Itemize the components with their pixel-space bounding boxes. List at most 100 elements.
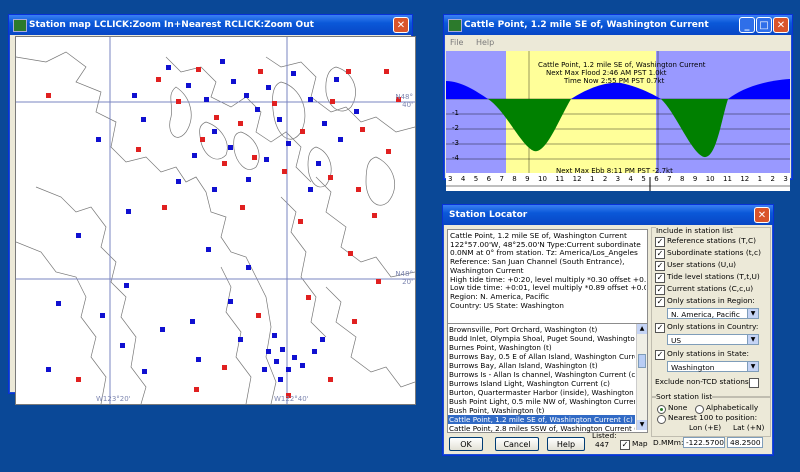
- ok-button[interactable]: OK: [449, 437, 483, 451]
- tide-window-title: Cattle Point, 1.2 mile SE of, Washington…: [464, 20, 709, 30]
- minimize-icon[interactable]: _: [739, 17, 755, 33]
- hour-tick: 10: [705, 175, 715, 183]
- list-item[interactable]: Burnes Point, Washington (t): [448, 343, 635, 352]
- close-icon[interactable]: ✕: [754, 207, 770, 223]
- sort-alpha-radio[interactable]: [695, 405, 704, 414]
- station-map-canvas[interactable]: N48° 40' N48° 20' W123°20' W122°40': [15, 36, 416, 405]
- tide-window-titlebar[interactable]: Cattle Point, 1.2 mile SE of, Washington…: [444, 15, 792, 35]
- list-item[interactable]: Burrows Bay, 0.5 E of Allan Island, Wash…: [448, 352, 635, 361]
- tide-graph[interactable]: Cattle Point, 1.2 mile SE of, Washington…: [446, 51, 790, 191]
- info-line: 0.0NM at 0° from station. Tz: America/Lo…: [450, 249, 638, 258]
- hour-tick: 5: [641, 175, 646, 183]
- close-icon[interactable]: ✕: [393, 17, 409, 33]
- sort-none-radio[interactable]: [657, 405, 666, 414]
- subordinate-stations-checkbox[interactable]: ✓: [655, 249, 665, 259]
- info-line: High tide time: +0:20, level multiply *0…: [450, 275, 646, 284]
- only-state-checkbox[interactable]: ✓: [655, 350, 665, 360]
- hour-tick: 6: [654, 175, 659, 183]
- cancel-button[interactable]: Cancel: [495, 437, 539, 451]
- map-checkbox[interactable]: ✓: [620, 440, 630, 450]
- list-item[interactable]: Burrows Island Light, Washington Current…: [448, 379, 635, 388]
- sort-nearest-radio[interactable]: [657, 415, 666, 424]
- hour-tick: 11: [723, 175, 732, 183]
- station-locator-window: Station Locator ✕ Cattle Point, 1.2 mile…: [442, 204, 774, 456]
- map-window-title: Station map LCLICK:Zoom In+Nearest RCLIC…: [29, 20, 314, 30]
- listed-count: 447: [595, 441, 610, 449]
- menu-help[interactable]: Help: [476, 38, 494, 47]
- hour-tick: 10: [538, 175, 547, 183]
- list-item[interactable]: Burton, Quartermaster Harbor (inside), W…: [448, 388, 635, 397]
- chevron-down-icon[interactable]: ▼: [747, 335, 758, 344]
- hour-tick: 12: [572, 175, 582, 183]
- hour-tick: 12: [740, 175, 750, 183]
- app-icon: [13, 19, 27, 32]
- close-icon[interactable]: ✕: [773, 17, 789, 33]
- list-scrollbar[interactable]: ▲ ▼: [636, 324, 647, 430]
- station-name-line: Cattle Point, 1.2 mile SE of, Washington…: [538, 61, 706, 69]
- lat-input[interactable]: 48.2500: [727, 437, 763, 448]
- lat-header: Lat (+N): [733, 424, 765, 432]
- only-region-label: Only stations in Region:: [667, 297, 755, 305]
- help-button[interactable]: Help: [547, 437, 585, 451]
- only-region-checkbox[interactable]: ✓: [655, 297, 665, 307]
- hour-tick: 4: [628, 175, 633, 183]
- list-item-selected[interactable]: Cattle Point, 1.2 mile SE of, Washington…: [448, 415, 635, 424]
- state-select[interactable]: Washington ▼: [667, 361, 759, 372]
- hour-tick: 8: [679, 175, 685, 183]
- info-line: Reference: San Juan Channel (South Entra…: [450, 258, 625, 267]
- only-country-checkbox[interactable]: ✓: [655, 323, 665, 333]
- info-line: Region: N. America, Pacific: [450, 292, 550, 301]
- current-stations-checkbox[interactable]: ✓: [655, 285, 665, 295]
- maximize-icon[interactable]: □: [756, 17, 772, 33]
- chevron-down-icon[interactable]: ▼: [747, 309, 758, 318]
- subordinate-stations-label: Subordinate stations (t,c): [667, 249, 761, 257]
- lon-input[interactable]: -122.5700: [683, 437, 725, 448]
- exclude-non-tcd-label: Exclude non-TCD stations: [655, 378, 749, 386]
- station-info-panel: Cattle Point, 1.2 mile SE of, Washington…: [447, 229, 648, 325]
- info-line: Cattle Point, 1.2 mile SE of, Washington…: [450, 232, 627, 240]
- hour-tick: 3: [448, 175, 453, 183]
- reference-stations-label: Reference stations (T,C): [667, 237, 756, 245]
- list-item[interactable]: Bush Point, Washington (t): [448, 406, 635, 415]
- sort-alpha-label: Alphabetically: [706, 404, 759, 412]
- state-select-value: Washington: [671, 363, 715, 372]
- time-now: Time Now 2:55 PM PST 0.7kt: [564, 77, 665, 85]
- list-item[interactable]: Budd Inlet, Olympia Shoal, Puget Sound, …: [448, 334, 635, 343]
- station-list[interactable]: Brownsville, Port Orchard, Washington (t…: [447, 323, 648, 433]
- map-window-titlebar[interactable]: Station map LCLICK:Zoom In+Nearest RCLIC…: [9, 15, 412, 35]
- region-select-value: N. America, Pacific: [671, 310, 740, 319]
- hour-tick: 1: [589, 175, 595, 183]
- hour-tick: 5: [473, 175, 479, 183]
- list-item[interactable]: Burrows Bay, Allan Island, Washington (t…: [448, 361, 635, 370]
- user-stations-label: User stations (U,u): [667, 261, 737, 269]
- info-line: 122°57.00'W, 48°25.00'N Type:Current sub…: [450, 240, 641, 249]
- exclude-non-tcd-checkbox[interactable]: [749, 378, 759, 388]
- list-item[interactable]: Bush Point Light, 0.5 mile NW of, Washin…: [448, 397, 635, 406]
- listed-label: Listed:: [592, 432, 617, 440]
- hour-tick: 2: [602, 175, 608, 183]
- hour-tick: 1: [757, 175, 763, 183]
- list-item[interactable]: Brownsville, Port Orchard, Washington (t…: [448, 325, 635, 334]
- list-item[interactable]: Burrows Is - Allan Is channel, Washingto…: [448, 370, 635, 379]
- country-select[interactable]: US ▼: [667, 334, 759, 345]
- scroll-up-icon[interactable]: ▲: [637, 324, 647, 334]
- scroll-down-icon[interactable]: ▼: [637, 420, 647, 430]
- station-map-window: Station map LCLICK:Zoom In+Nearest RCLIC…: [8, 14, 416, 405]
- locator-titlebar[interactable]: Station Locator ✕: [443, 205, 773, 225]
- hour-tick: 6: [486, 175, 492, 183]
- country-select-value: US: [671, 336, 682, 345]
- include-group-title: Include in station list: [656, 227, 733, 236]
- app-icon: [448, 19, 462, 32]
- map-label: Map: [632, 440, 648, 448]
- station-info-lines: Cattle Point, 1.2 mile SE of, Washington…: [450, 232, 646, 310]
- region-select[interactable]: N. America, Pacific ▼: [667, 308, 759, 319]
- chevron-down-icon[interactable]: ▼: [747, 362, 758, 371]
- user-stations-checkbox[interactable]: ✓: [655, 261, 665, 271]
- hour-tick: 4: [460, 175, 466, 183]
- hour-tick: 3: [615, 175, 621, 183]
- tide-level-stations-checkbox[interactable]: ✓: [655, 273, 665, 283]
- lon-label-w123-20: W123°20': [96, 395, 131, 403]
- reference-stations-checkbox[interactable]: ✓: [655, 237, 665, 247]
- menu-file[interactable]: File: [450, 38, 463, 47]
- scroll-thumb[interactable]: [638, 354, 646, 368]
